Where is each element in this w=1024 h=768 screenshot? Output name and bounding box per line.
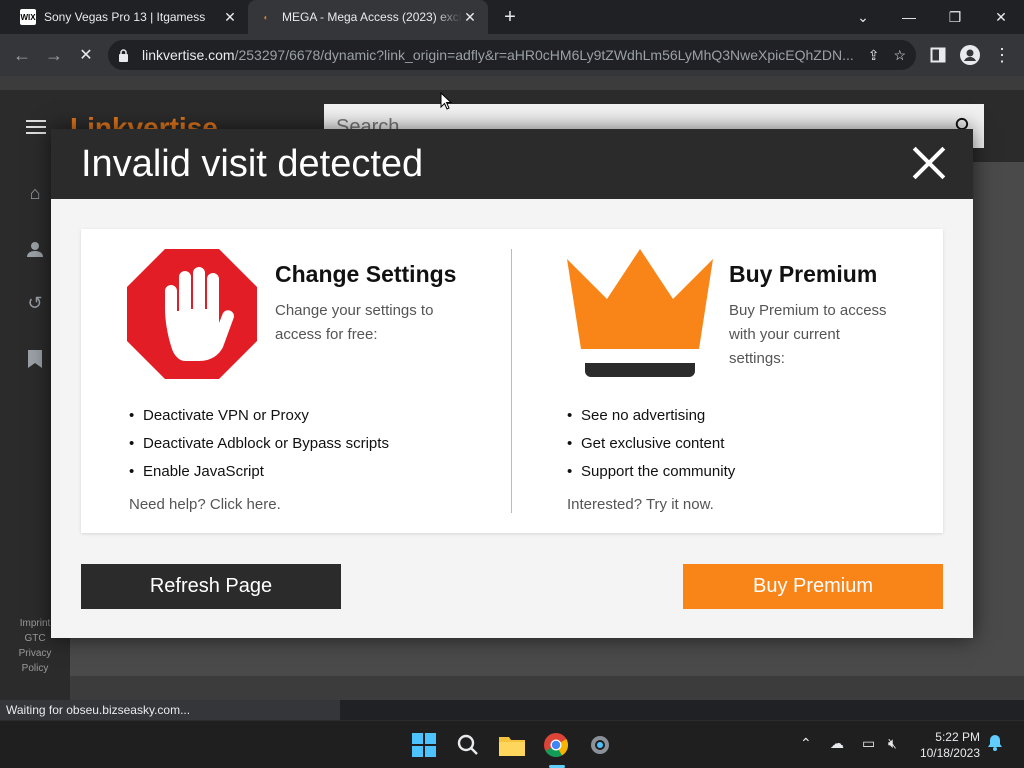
invalid-visit-modal: Invalid visit detected Change Settings C…: [51, 129, 973, 638]
modal-header: Invalid visit detected: [51, 129, 973, 199]
list-item: Get exclusive content: [567, 435, 735, 463]
list-item: Support the community: [567, 463, 735, 491]
loading-favicon-icon: ◐: [263, 12, 269, 22]
settings-gear-icon[interactable]: [586, 731, 614, 759]
description-line: access for free:: [275, 326, 378, 343]
user-icon[interactable]: [24, 238, 46, 260]
column-divider: [511, 249, 512, 513]
settings-list: Deactivate VPN or Proxy Deactivate Adblo…: [129, 407, 389, 491]
mouse-cursor-icon: [440, 92, 452, 110]
taskbar-search-icon[interactable]: [454, 731, 482, 759]
file-explorer-icon[interactable]: [498, 731, 526, 759]
hamburger-menu-icon[interactable]: [26, 120, 46, 134]
clock-time: 5:22 PM: [935, 730, 980, 744]
forward-button[interactable]: →: [40, 41, 68, 69]
windows-start-icon[interactable]: [410, 731, 438, 759]
help-link[interactable]: Need help? Click here.: [129, 496, 281, 513]
profile-avatar-icon[interactable]: [956, 41, 984, 69]
screen: WIX Sony Vegas Pro 13 | Itgamess ✕ ◐ MEG…: [0, 0, 1024, 768]
url-text: linkvertise.com/253297/6678/dynamic?link…: [142, 47, 860, 63]
list-item: See no advertising: [567, 407, 735, 435]
buy-premium-button[interactable]: Buy Premium: [683, 564, 943, 609]
options-card: Change Settings Change your settings to …: [81, 229, 943, 533]
url-path: /253297/6678/dynamic?link_origin=adfly&r…: [234, 47, 854, 63]
crown-icon: [567, 249, 713, 377]
window-close-button[interactable]: ✕: [978, 0, 1024, 34]
bookmark-icon[interactable]: [24, 348, 46, 370]
home-icon[interactable]: ⌂: [24, 182, 46, 204]
description-line: with your current: [729, 326, 840, 343]
show-hidden-icons-chevron-icon[interactable]: ⌃: [800, 735, 812, 752]
tab-search-button[interactable]: ⌄: [840, 0, 886, 34]
policy-link[interactable]: Policy: [0, 661, 70, 676]
description-line: Buy Premium to access: [729, 302, 887, 319]
volume-muted-icon[interactable]: 🔇︎: [888, 735, 897, 752]
modal-title: Invalid visit detected: [81, 143, 424, 185]
stop-hand-icon: [127, 249, 257, 379]
share-icon[interactable]: ⇪: [868, 47, 880, 64]
close-tab-icon[interactable]: ✕: [222, 9, 238, 26]
list-item: Enable JavaScript: [129, 463, 389, 491]
status-bubble: Waiting for obseu.bizseasky.com...: [0, 700, 340, 720]
back-button[interactable]: ←: [8, 41, 36, 69]
minimize-button[interactable]: —: [886, 0, 932, 34]
tab-sony-vegas[interactable]: WIX Sony Vegas Pro 13 | Itgamess ✕: [10, 0, 248, 34]
buy-premium-heading: Buy Premium: [729, 261, 878, 287]
tab-title: Sony Vegas Pro 13 | Itgamess: [44, 10, 206, 24]
notification-bell-icon[interactable]: [988, 735, 1002, 754]
description-line: Change your settings to: [275, 302, 434, 319]
close-icon[interactable]: [911, 145, 947, 181]
close-tab-icon[interactable]: ✕: [462, 9, 478, 26]
change-settings-heading: Change Settings: [275, 261, 457, 287]
premium-benefits-list: See no advertising Get exclusive content…: [567, 407, 735, 491]
clock-date: 10/18/2023: [919, 746, 980, 760]
description-line: settings:: [729, 350, 785, 367]
browser-toolbar: ← → ✕ linkvertise.com/253297/6678/dynami…: [0, 34, 1024, 76]
system-clock[interactable]: 5:22 PM 10/18/2023: [912, 729, 980, 761]
list-item: Deactivate VPN or Proxy: [129, 407, 389, 435]
try-it-link[interactable]: Interested? Try it now.: [567, 496, 714, 513]
refresh-page-button[interactable]: Refresh Page: [81, 564, 341, 609]
stop-loading-button[interactable]: ✕: [72, 41, 100, 69]
wix-favicon-icon: WIX: [20, 9, 36, 25]
menu-kebab-icon[interactable]: ⋮: [988, 41, 1016, 69]
history-icon[interactable]: ↺: [24, 292, 46, 314]
browser-tab-strip: WIX Sony Vegas Pro 13 | Itgamess ✕ ◐ MEG…: [0, 0, 1024, 34]
windows-taskbar: ⌃ ☁ ▭ 🔇︎ 5:22 PM 10/18/2023: [0, 720, 1024, 768]
buy-premium-description: Buy Premium to access with your current …: [729, 299, 887, 371]
new-tab-button[interactable]: +: [498, 5, 522, 29]
bookmark-star-icon[interactable]: ☆: [893, 47, 906, 64]
address-bar[interactable]: linkvertise.com/253297/6678/dynamic?link…: [108, 40, 916, 70]
omnibox-actions: ⇪ ☆: [868, 47, 906, 64]
chrome-icon[interactable]: [542, 731, 570, 759]
onedrive-icon[interactable]: ☁: [830, 735, 844, 752]
restore-button[interactable]: ❐: [932, 0, 978, 34]
side-panel-icon[interactable]: [924, 41, 952, 69]
list-item: Deactivate Adblock or Bypass scripts: [129, 435, 389, 463]
lock-icon: [118, 48, 130, 62]
url-host: linkvertise.com: [142, 47, 235, 63]
network-icon[interactable]: ▭: [862, 735, 875, 752]
privacy-link[interactable]: Privacy: [0, 646, 70, 661]
change-settings-description: Change your settings to access for free:: [275, 299, 433, 347]
tab-mega-access[interactable]: ◐ MEGA - Mega Access (2023) exclusive ✕: [248, 0, 488, 34]
tab-title: MEGA - Mega Access (2023) exclusive: [282, 10, 462, 24]
